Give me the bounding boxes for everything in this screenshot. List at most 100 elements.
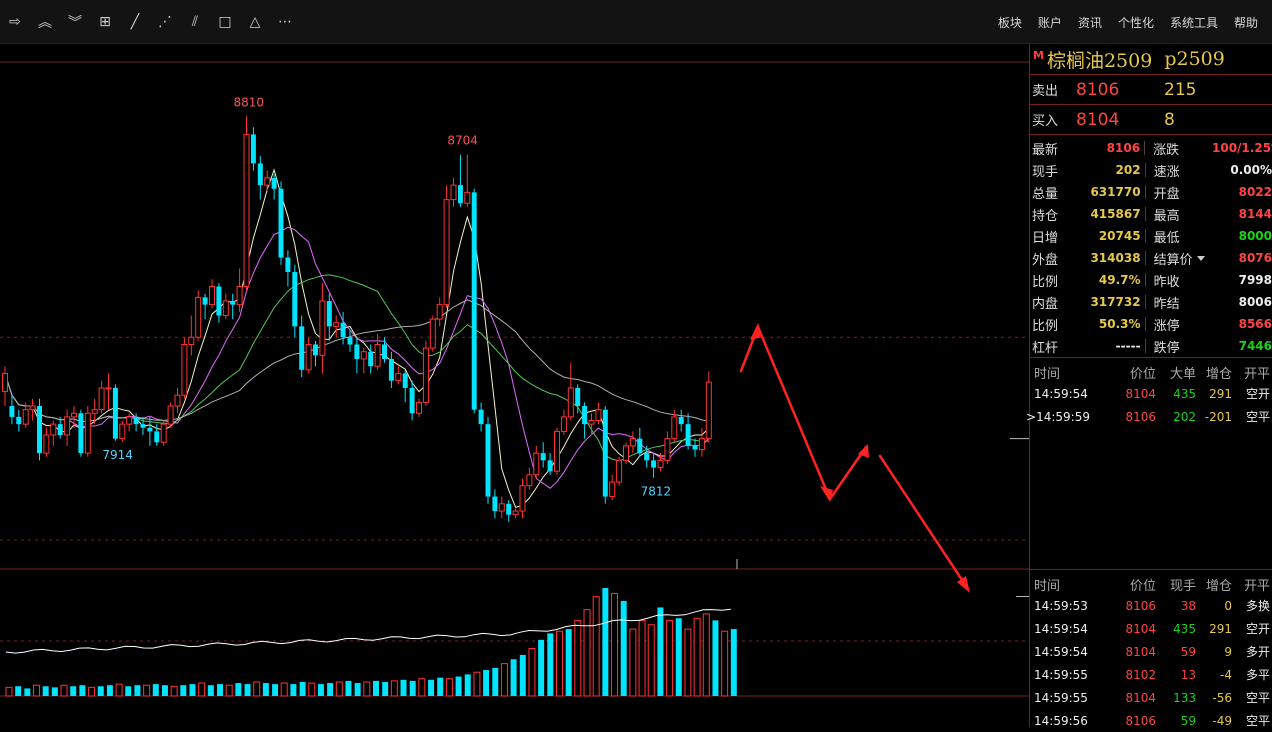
table-row[interactable]: 14:59:54 8104 59 9 多开 — [1030, 640, 1272, 663]
table-row[interactable]: 14:59:55 8102 13 -4 多平 — [1030, 663, 1272, 686]
cell-vol: 13 — [1180, 667, 1196, 682]
volume-bar — [473, 671, 481, 697]
volume-bar — [702, 613, 710, 697]
stat-label: 涨跌 — [1153, 142, 1180, 158]
candle-body — [436, 304, 443, 320]
volume-bar — [400, 679, 407, 696]
volume-bar — [327, 683, 334, 696]
stat-label: 开盘 — [1153, 186, 1180, 202]
stat-label: 昨结 — [1153, 296, 1180, 312]
volume-bar — [712, 620, 719, 696]
candle-body — [609, 481, 616, 498]
candle-body — [326, 301, 332, 327]
cell-time-wrap: >14:59:59 — [1026, 409, 1114, 424]
stat-value: 7998 — [1238, 273, 1272, 287]
menu-item-3[interactable]: 个性化 — [1110, 14, 1162, 31]
candle-body — [623, 445, 629, 461]
candle-body — [657, 459, 664, 469]
rectangle-icon[interactable]: □ — [210, 7, 240, 37]
candle-body — [560, 416, 567, 432]
bid-volume: 8 — [1164, 109, 1175, 130]
stat-row: 外盘 314038 结算价 8076 — [1030, 247, 1272, 269]
candle-body — [374, 343, 381, 367]
parallel-lines-icon[interactable]: ⫽ — [180, 7, 210, 37]
menu-item-1[interactable]: 账户 — [1030, 14, 1070, 31]
candle-body — [78, 413, 84, 454]
cell-kind: 空开 — [1245, 622, 1270, 636]
candle-body — [250, 134, 256, 164]
table-row[interactable]: 14:59:53 8106 38 0 多换 — [1030, 594, 1272, 617]
candle-body — [533, 452, 540, 476]
candle-body — [126, 416, 133, 425]
stat-row: 比例 50.3% 涨停 8566 — [1030, 313, 1272, 335]
candle-body — [506, 503, 512, 515]
volume-bar — [354, 683, 361, 696]
candle-body — [354, 344, 360, 359]
table-row[interactable]: 14:59:54 8104 435 291 空开 — [1030, 382, 1272, 405]
more-icon[interactable]: ⋯ — [270, 7, 300, 37]
candle-body — [112, 387, 118, 439]
column-header: 增仓 — [1205, 366, 1232, 382]
menu-item-0[interactable]: 板块 — [990, 14, 1030, 31]
cell-kind: 多换 — [1245, 599, 1270, 613]
cell-price: 8106 — [1125, 598, 1156, 613]
volume-bar — [657, 607, 664, 696]
menu-item-5[interactable]: 帮助 — [1226, 14, 1266, 31]
dashed-line-icon[interactable]: ⋰ — [150, 7, 180, 37]
volume-bar — [152, 684, 159, 696]
menu-item-4[interactable]: 系统工具 — [1162, 14, 1226, 31]
high-label: 8704 — [447, 134, 478, 148]
cursor-icon[interactable]: ⇨ — [0, 7, 30, 37]
stat-label: 外盘 — [1032, 252, 1059, 268]
candle-body — [57, 424, 63, 436]
menu-item-2[interactable]: 资讯 — [1070, 14, 1110, 31]
candle-body — [91, 409, 98, 414]
volume-bar — [290, 684, 297, 696]
volume-bar — [170, 685, 178, 697]
candle-body — [388, 358, 394, 381]
chevron-down-icon[interactable] — [1196, 255, 1205, 261]
candle-body — [547, 460, 553, 472]
table-row[interactable]: >14:59:59 8106 202 -201 空平 — [1026, 405, 1272, 428]
candle-body — [209, 286, 215, 306]
cell-vol: 59 — [1180, 644, 1196, 659]
candlestick-chart[interactable]: 8810 8704 7914 7812 — [0, 44, 1029, 727]
triangle-icon[interactable]: △ — [240, 7, 270, 37]
line-icon[interactable]: ╱ — [120, 7, 150, 37]
toolbar: ⇨ ︽ ︾ ⊞ ╱ ⋰ ⫽ □ △ ⋯ 板块 账户 资讯 个性化 系统工具 帮助 — [0, 0, 1272, 44]
candle-body — [160, 423, 167, 443]
candle-body — [644, 453, 650, 461]
cell-time: 14:59:59 — [1036, 409, 1090, 424]
candle-body — [333, 322, 340, 327]
table-row[interactable]: 14:59:54 8104 435 291 空开 — [1030, 617, 1272, 640]
volume-bar — [528, 647, 536, 697]
candle-body — [43, 434, 50, 454]
double-chevron-up-icon[interactable]: ︽ — [30, 7, 60, 37]
candle-body — [457, 185, 463, 204]
volume-bar — [161, 685, 168, 696]
stat-value: 8566 — [1238, 317, 1272, 331]
bid-label: 买入 — [1032, 114, 1059, 129]
column-header: 增仓 — [1205, 578, 1232, 594]
stat-row: 内盘 317732 昨结 8006 — [1030, 291, 1272, 313]
candle-body — [526, 474, 533, 487]
ask-label: 卖出 — [1032, 84, 1059, 99]
stat-row: 比例 49.7% 昨收 7998 — [1030, 269, 1272, 291]
table-row[interactable]: 14:59:56 8106 59 -49 空平 — [1030, 709, 1272, 732]
volume-bar — [88, 686, 96, 697]
volume-bar — [464, 674, 471, 696]
candle-body — [29, 405, 36, 411]
crosshair-icon[interactable]: ⊞ — [90, 7, 120, 37]
volume-bar — [510, 659, 517, 696]
volume-bar — [565, 629, 572, 696]
table-row[interactable]: 14:59:55 8104 133 -56 空平 — [1030, 686, 1272, 709]
column-header: 价位 — [1129, 578, 1156, 594]
double-chevron-down-icon[interactable]: ︾ — [60, 7, 90, 37]
bid-price: 8104 — [1076, 109, 1120, 130]
volume-bar — [115, 683, 123, 697]
cell-vol: 38 — [1180, 598, 1196, 613]
volume-bar — [538, 639, 545, 696]
candle-body — [299, 326, 305, 370]
volume-bar — [730, 629, 737, 696]
candle-body — [140, 424, 146, 428]
